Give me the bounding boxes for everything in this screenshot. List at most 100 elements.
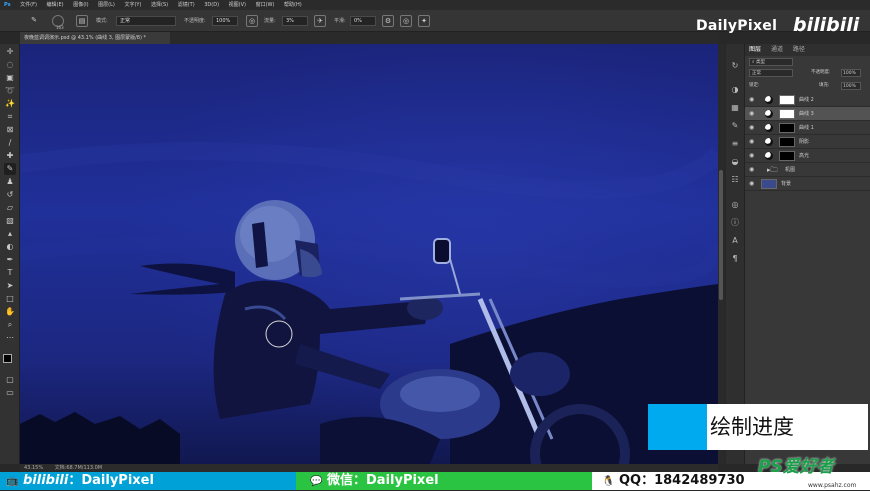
- menu-bar: Ps 文件(F) 编辑(E) 图像(I) 图层(L) 文字(Y) 选择(S) 滤…: [0, 0, 870, 10]
- menu-layer[interactable]: 图层(L): [94, 0, 119, 10]
- layer-row-curves-1[interactable]: ◉ 曲线 1: [745, 121, 870, 135]
- paragraph-panel-icon[interactable]: ¶: [729, 253, 741, 265]
- blend-mode-select[interactable]: 正常: [749, 69, 793, 77]
- menu-type[interactable]: 文字(Y): [120, 0, 145, 10]
- qq-penguin-icon: 🐧: [602, 476, 615, 487]
- symmetry-icon[interactable]: ✦: [418, 15, 430, 27]
- character-panel-icon[interactable]: A: [729, 235, 741, 247]
- opacity-field[interactable]: 100%: [212, 16, 238, 26]
- night-rider-photo: [20, 44, 718, 464]
- menu-image[interactable]: 图像(I): [69, 0, 92, 10]
- smoothing-gear-icon[interactable]: ⚙: [382, 15, 394, 27]
- document-canvas[interactable]: [20, 44, 718, 464]
- zoom-level[interactable]: 43.15%: [20, 465, 47, 471]
- layer-mask-thumbnail[interactable]: [779, 95, 795, 105]
- color-panel-icon[interactable]: ◑: [729, 84, 741, 96]
- tab-channels[interactable]: 通道: [767, 46, 787, 53]
- menu-view[interactable]: 视图(V): [225, 0, 250, 10]
- layer-mask-thumbnail[interactable]: [779, 151, 795, 161]
- menu-help[interactable]: 帮助(H): [280, 0, 306, 10]
- layer-row-curves-2[interactable]: ◉ 曲线 2: [745, 93, 870, 107]
- curves-adjustment-icon: [765, 124, 773, 132]
- rectangle-tool-icon[interactable]: □: [4, 293, 16, 305]
- eye-icon[interactable]: ◉: [749, 149, 754, 163]
- eye-icon[interactable]: ◉: [749, 107, 754, 121]
- menu-filter[interactable]: 滤镜(T): [174, 0, 199, 10]
- layer-row-background[interactable]: ◉ 背景: [745, 177, 870, 191]
- brush-settings-panel-icon[interactable]: ≡: [729, 138, 741, 150]
- layer-row-highlight[interactable]: ◉ 高光: [745, 149, 870, 163]
- history-brush-icon[interactable]: ↺: [4, 189, 16, 201]
- dodge-tool-icon[interactable]: ◐: [4, 241, 16, 253]
- footer-qq-brand: QQ: [618, 473, 642, 488]
- gradient-icon[interactable]: ▧: [4, 215, 16, 227]
- pressure-size-icon[interactable]: ◎: [400, 15, 412, 27]
- pressure-opacity-icon[interactable]: ◎: [246, 15, 258, 27]
- eye-icon[interactable]: ◉: [749, 121, 754, 135]
- dailypixel-watermark: DailyPixel: [696, 18, 778, 34]
- menu-file[interactable]: 文件(F): [16, 0, 41, 10]
- frame-tool-icon[interactable]: ⊠: [4, 124, 16, 136]
- layer-row-curves-3[interactable]: ◉ 曲线 3: [745, 107, 870, 121]
- eye-icon[interactable]: ◉: [749, 163, 754, 177]
- swatches-panel-icon[interactable]: ▦: [729, 102, 741, 114]
- layer-thumbnail[interactable]: [761, 179, 777, 189]
- history-panel-icon[interactable]: ↻: [729, 60, 741, 72]
- screen-mode-icon[interactable]: ▭: [4, 387, 16, 399]
- foreground-color-swatch[interactable]: [3, 354, 12, 363]
- layer-name: 曲线 1: [799, 125, 814, 131]
- hand-tool-icon[interactable]: ✋: [4, 306, 16, 318]
- layer-opacity-field[interactable]: 100%: [841, 69, 861, 77]
- pen-tool-icon[interactable]: ✒: [4, 254, 16, 266]
- path-select-icon[interactable]: ➤: [4, 280, 16, 292]
- eraser-icon[interactable]: ▱: [4, 202, 16, 214]
- menu-window[interactable]: 窗口(W): [252, 0, 279, 10]
- clone-stamp-icon[interactable]: ♟: [4, 176, 16, 188]
- eye-icon[interactable]: ◉: [749, 177, 754, 191]
- adjustments-panel-icon[interactable]: ◒: [729, 156, 741, 168]
- zoom-tool-icon[interactable]: ⌕: [4, 319, 16, 331]
- photoshop-icon[interactable]: Ps: [0, 0, 15, 10]
- menu-edit[interactable]: 编辑(E): [43, 0, 68, 10]
- mode-select[interactable]: 正常: [116, 16, 176, 26]
- tab-layers[interactable]: 图层: [745, 46, 765, 53]
- artboard-tool-icon[interactable]: ▣: [4, 72, 16, 84]
- info-panel-icon[interactable]: ⓘ: [729, 217, 741, 229]
- menu-select[interactable]: 选择(S): [147, 0, 172, 10]
- brush-tool-icon[interactable]: ✎: [28, 15, 40, 27]
- channel-footer: 📺 bilibili：DailyPixel 💬 微信：DailyPixel 🐧 …: [0, 457, 870, 490]
- layer-mask-thumbnail[interactable]: [779, 109, 795, 119]
- smooth-field[interactable]: 0%: [350, 16, 376, 26]
- healing-brush-icon[interactable]: ✚: [4, 150, 16, 162]
- tab-paths[interactable]: 路径: [789, 46, 809, 53]
- fill-field[interactable]: 100%: [841, 82, 861, 90]
- layer-row-shadow[interactable]: ◉ 阴影: [745, 135, 870, 149]
- airbrush-icon[interactable]: ✈: [314, 15, 326, 27]
- brush-tool-icon[interactable]: ✎: [4, 163, 16, 175]
- blur-tool-icon[interactable]: ▴: [4, 228, 16, 240]
- eyedropper-icon[interactable]: ∕: [4, 137, 16, 149]
- eye-icon[interactable]: ◉: [749, 135, 754, 149]
- crop-tool-icon[interactable]: ⌗: [4, 111, 16, 123]
- brushes-panel-icon[interactable]: ✎: [729, 120, 741, 132]
- more-tools-icon[interactable]: ⋯: [4, 332, 16, 344]
- brush-settings-icon[interactable]: ▤: [76, 15, 88, 27]
- channels-panel-icon[interactable]: ◎: [729, 199, 741, 211]
- lasso-tool-icon[interactable]: ➰: [4, 85, 16, 97]
- document-tab[interactable]: 夜晚蓝调调演示.psd @ 43.1% (曲线 3, 图层蒙版/8) *: [20, 32, 170, 44]
- magic-wand-icon[interactable]: ✨: [4, 98, 16, 110]
- move-tool-icon[interactable]: ✛: [4, 46, 16, 58]
- layer-filter-select[interactable]: ⌕ 类型: [749, 58, 793, 66]
- layer-mask-thumbnail[interactable]: [779, 137, 795, 147]
- menu-3d[interactable]: 3D(D): [200, 0, 223, 10]
- flow-field[interactable]: 3%: [282, 16, 308, 26]
- properties-panel-icon[interactable]: ☷: [729, 174, 741, 186]
- curves-adjustment-icon: [765, 96, 773, 104]
- quick-mask-icon[interactable]: ▢: [4, 374, 16, 386]
- layer-row-group[interactable]: ◉ ▸🗀 机图: [745, 163, 870, 177]
- layer-mask-thumbnail[interactable]: [779, 123, 795, 133]
- eye-icon[interactable]: ◉: [749, 93, 754, 107]
- type-tool-icon[interactable]: T: [4, 267, 16, 279]
- scrollbar-thumb[interactable]: [719, 170, 723, 300]
- marquee-tool-icon[interactable]: ◌: [4, 59, 16, 71]
